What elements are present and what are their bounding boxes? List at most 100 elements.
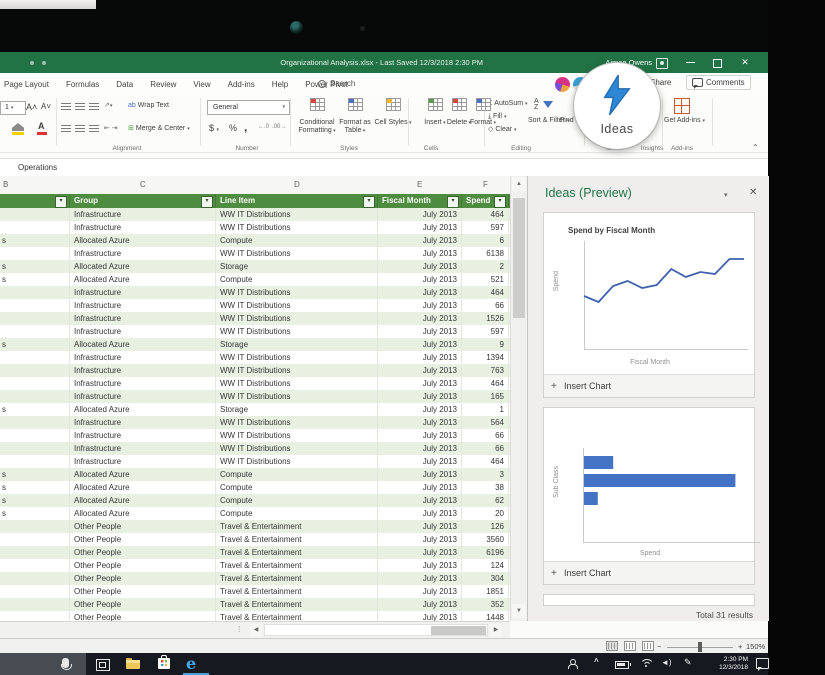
cell[interactable]: Travel & Entertainment <box>216 611 378 621</box>
get-addins-button[interactable]: Get Add-ins ▾ <box>664 117 700 125</box>
taskbar-clock[interactable]: 2:30 PM 12/3/2018 <box>700 656 748 672</box>
cell[interactable]: July 2013 <box>378 559 462 572</box>
cell[interactable]: 1448 <box>462 611 509 621</box>
task-view-icon[interactable] <box>96 659 110 671</box>
cell[interactable]: WW IT Distributions <box>216 364 378 377</box>
cell[interactable]: July 2013 <box>378 234 462 247</box>
cell[interactable]: July 2013 <box>378 208 462 221</box>
cell[interactable]: July 2013 <box>378 481 462 494</box>
cell[interactable]: s <box>0 468 70 481</box>
font-color-swatch[interactable] <box>37 132 47 135</box>
splitter-grip-icon[interactable]: ⁞ <box>238 625 240 634</box>
cell[interactable]: July 2013 <box>378 390 462 403</box>
formula-bar[interactable]: Operations <box>0 158 768 178</box>
saved-status[interactable]: - Last Saved 12/3/2018 2:30 PM <box>375 58 483 67</box>
cell[interactable]: Allocated Azure <box>70 468 216 481</box>
cell[interactable]: Allocated Azure <box>70 481 216 494</box>
cell[interactable]: Compute <box>216 234 378 247</box>
sort-filter-button[interactable]: Sort & Filter ▾ <box>528 117 562 125</box>
scroll-down-icon[interactable]: ▼ <box>512 604 526 618</box>
cell[interactable] <box>0 429 70 442</box>
comma-style-button[interactable]: , <box>244 120 247 134</box>
ideas-callout[interactable]: Ideas <box>574 63 660 149</box>
increase-decimal-icon[interactable]: ←.0 <box>258 124 269 130</box>
idea-card-line-chart[interactable]: Spend by Fiscal Month Spend Fiscal Month… <box>543 212 755 398</box>
cell[interactable]: 464 <box>462 455 509 468</box>
cell[interactable]: 3 <box>462 468 509 481</box>
volume-icon[interactable]: ◄) <box>661 658 672 667</box>
align-right-icon[interactable] <box>89 125 99 133</box>
cell[interactable]: WW IT Distributions <box>216 416 378 429</box>
vertical-scrollbar[interactable]: ▲ ▼ <box>510 176 527 621</box>
account-avatar-icon[interactable] <box>656 58 668 69</box>
wifi-icon[interactable] <box>640 659 652 669</box>
cell[interactable]: Infrastructure <box>70 442 216 455</box>
column-letter[interactable]: F <box>483 176 488 194</box>
cell[interactable]: July 2013 <box>378 442 462 455</box>
scroll-up-icon[interactable]: ▲ <box>512 177 526 191</box>
cell[interactable]: Other People <box>70 520 216 533</box>
cell[interactable]: July 2013 <box>378 429 462 442</box>
cell[interactable] <box>0 611 70 621</box>
cell[interactable]: WW IT Distributions <box>216 208 378 221</box>
cell[interactable]: s <box>0 494 70 507</box>
cell[interactable]: 1526 <box>462 312 509 325</box>
idea-card-bar-chart[interactable]: Sub Class Spend + Insert Chart <box>543 407 755 585</box>
cell[interactable] <box>0 325 70 338</box>
filter-dropdown-icon[interactable]: ▾ <box>201 196 213 208</box>
cell[interactable]: July 2013 <box>378 273 462 286</box>
cell[interactable] <box>0 416 70 429</box>
header-cell-group[interactable]: Group▾ <box>70 194 216 208</box>
pane-dropdown-icon[interactable]: ▾ <box>724 191 728 199</box>
cells-format-button[interactable]: Format ▾ <box>460 98 506 127</box>
cell[interactable] <box>0 364 70 377</box>
cell[interactable]: 66 <box>462 429 509 442</box>
cell[interactable]: WW IT Distributions <box>216 325 378 338</box>
cell[interactable] <box>0 377 70 390</box>
tab-page-layout[interactable]: Page Layout <box>4 80 49 89</box>
fill-color-icon[interactable] <box>12 123 24 131</box>
percent-button[interactable]: % <box>229 123 237 133</box>
cell[interactable] <box>0 533 70 546</box>
font-size-input[interactable]: 1 ▾ <box>0 101 26 115</box>
cell[interactable]: July 2013 <box>378 572 462 585</box>
cell[interactable]: 38 <box>462 481 509 494</box>
microphone-icon[interactable] <box>62 658 69 668</box>
cell[interactable]: 2 <box>462 260 509 273</box>
cell[interactable]: 597 <box>462 221 509 234</box>
cell[interactable]: July 2013 <box>378 546 462 559</box>
cell[interactable]: July 2013 <box>378 260 462 273</box>
cell[interactable]: s <box>0 338 70 351</box>
column-letter[interactable]: E <box>417 176 422 194</box>
currency-button[interactable]: $ ▾ <box>209 123 219 133</box>
cell[interactable]: Storage <box>216 403 378 416</box>
cell[interactable]: 1 <box>462 403 509 416</box>
cell[interactable]: WW IT Distributions <box>216 390 378 403</box>
cell[interactable]: July 2013 <box>378 299 462 312</box>
cell[interactable]: WW IT Distributions <box>216 377 378 390</box>
cell[interactable]: Travel & Entertainment <box>216 559 378 572</box>
cell[interactable]: July 2013 <box>378 247 462 260</box>
orientation-icon[interactable]: ⇗▾ <box>104 101 112 109</box>
cell[interactable]: 564 <box>462 416 509 429</box>
cell[interactable]: Infrastructure <box>70 390 216 403</box>
cell[interactable]: WW IT Distributions <box>216 351 378 364</box>
cell[interactable]: Travel & Entertainment <box>216 585 378 598</box>
cell[interactable]: July 2013 <box>378 221 462 234</box>
cell[interactable] <box>0 598 70 611</box>
cell[interactable]: Travel & Entertainment <box>216 572 378 585</box>
cell[interactable]: Travel & Entertainment <box>216 598 378 611</box>
number-format-select[interactable]: General▾ <box>207 100 290 115</box>
horizontal-scroll-thumb[interactable] <box>431 626 486 635</box>
collapse-ribbon-icon[interactable]: ⌃ <box>752 143 759 152</box>
cell[interactable] <box>0 247 70 260</box>
cell[interactable]: Infrastructure <box>70 416 216 429</box>
cell[interactable]: Allocated Azure <box>70 403 216 416</box>
cell[interactable]: July 2013 <box>378 286 462 299</box>
cell[interactable]: July 2013 <box>378 364 462 377</box>
filter-dropdown-icon[interactable]: ▾ <box>447 196 459 208</box>
windows-ink-icon[interactable]: ✎ <box>684 657 692 668</box>
cell[interactable]: s <box>0 507 70 520</box>
cell[interactable]: s <box>0 403 70 416</box>
vertical-scroll-thumb[interactable] <box>513 198 525 318</box>
